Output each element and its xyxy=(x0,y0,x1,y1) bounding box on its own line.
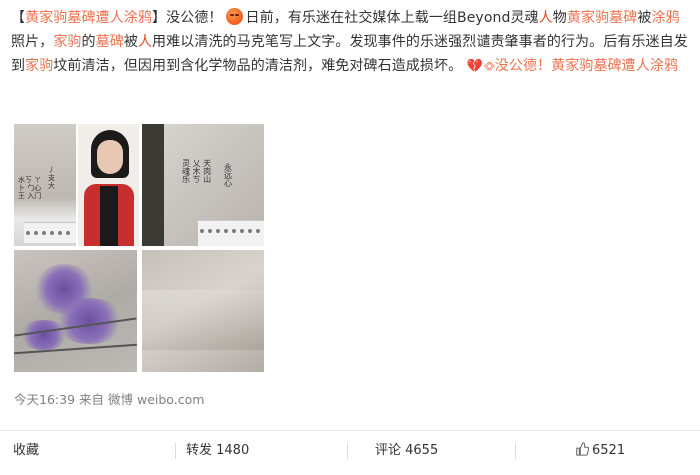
divider xyxy=(515,443,516,459)
photo-thumbnail-5[interactable] xyxy=(142,250,264,372)
photo-thumbnail-4[interactable] xyxy=(14,250,137,372)
post-keyword-link[interactable]: 家驹 xyxy=(25,58,53,74)
highlight-text: 人 xyxy=(137,34,153,50)
vent-grate xyxy=(24,222,76,243)
repost-button[interactable]: 转发 1480 xyxy=(186,431,249,475)
comment-button[interactable]: 评论 4655 xyxy=(375,431,438,475)
highlight-text: 人 xyxy=(538,10,553,26)
post-keyword-link[interactable]: 墓碑 xyxy=(96,34,124,50)
thumbs-up-icon xyxy=(575,431,590,471)
post-text-segment: 照片， xyxy=(11,34,54,50)
from-label: 来自 xyxy=(79,392,105,407)
post-text-segment: 坟前清洁，但因用到含化学物品的清洁剂，难免对碑石造成损坏。 xyxy=(53,58,463,74)
scribble-graphic: 灵 乂 天魂 木 肉乐 ㄎ 山 xyxy=(182,159,212,184)
weibo-post: 【黄家驹墓碑遭人涂鸦】没公德！ 日前，有乐迷在社交媒体上载一组Beyond灵魂人物… xyxy=(11,6,691,79)
portrait-shirt xyxy=(100,186,118,246)
action-bar: 收藏 转发 1480 评论 4655 6521 xyxy=(0,430,700,475)
vent-grate xyxy=(198,220,264,246)
photo-thumbnail-3[interactable]: 灵 乂 天魂 木 肉乐 ㄎ 山 永远心 xyxy=(142,124,264,246)
post-text-segment: 被 xyxy=(123,34,138,50)
photo-thumbnail-2[interactable] xyxy=(78,124,139,246)
stone-texture xyxy=(142,290,264,350)
post-source-link[interactable]: 微博 weibo.com xyxy=(108,392,204,407)
divider xyxy=(347,443,348,459)
article-link-label: 没公德！黄家驹墓碑遭人涂鸦 xyxy=(494,58,679,74)
post-text-segment: 日前，有乐迷在社交媒体上载一组Beyond灵魂 xyxy=(245,10,539,26)
article-link-card[interactable]: 💔⧉没公德！黄家驹墓碑遭人涂鸦 xyxy=(467,58,678,74)
post-keyword-link[interactable]: 黄家驹墓碑遭人涂鸦 xyxy=(25,10,152,26)
photo-thumbnail-1[interactable]: 水ㄎ ㄚ卜 勹心王 入门 丿支大 xyxy=(14,124,76,246)
post-keyword-link[interactable]: 涂鸦 xyxy=(651,10,679,26)
favorite-button[interactable]: 收藏 xyxy=(13,431,39,475)
paint-smear xyxy=(19,320,69,350)
scribble-graphic: 水ㄎ ㄚ卜 勹心王 入门 xyxy=(18,176,42,200)
post-text-segment: 【 xyxy=(11,10,26,26)
like-button[interactable]: 6521 xyxy=(575,431,625,475)
post-text: 【黄家驹墓碑遭人涂鸦】没公德！ 日前，有乐迷在社交媒体上载一组Beyond灵魂人物… xyxy=(11,6,691,79)
portrait-face xyxy=(97,140,123,174)
photo-shadow xyxy=(142,124,164,246)
post-time-link[interactable]: 今天16:39 xyxy=(14,392,75,407)
scribble-graphic: 丿支大 xyxy=(48,166,55,190)
post-meta: 今天16:39 来自 微博 weibo.com xyxy=(14,389,204,408)
post-text-segment: 物 xyxy=(552,10,567,26)
divider xyxy=(175,443,176,459)
post-text-segment: 的 xyxy=(81,34,96,50)
post-text-segment: 被 xyxy=(637,10,652,26)
angry-face-icon xyxy=(225,8,243,25)
post-text-segment: 】没公德！ xyxy=(152,10,223,26)
like-count: 6521 xyxy=(592,443,626,458)
scribble-graphic: 永远心 xyxy=(224,163,232,188)
post-keyword-link[interactable]: 家驹 xyxy=(53,34,81,50)
post-keyword-link[interactable]: 黄家驹墓碑 xyxy=(567,10,638,26)
